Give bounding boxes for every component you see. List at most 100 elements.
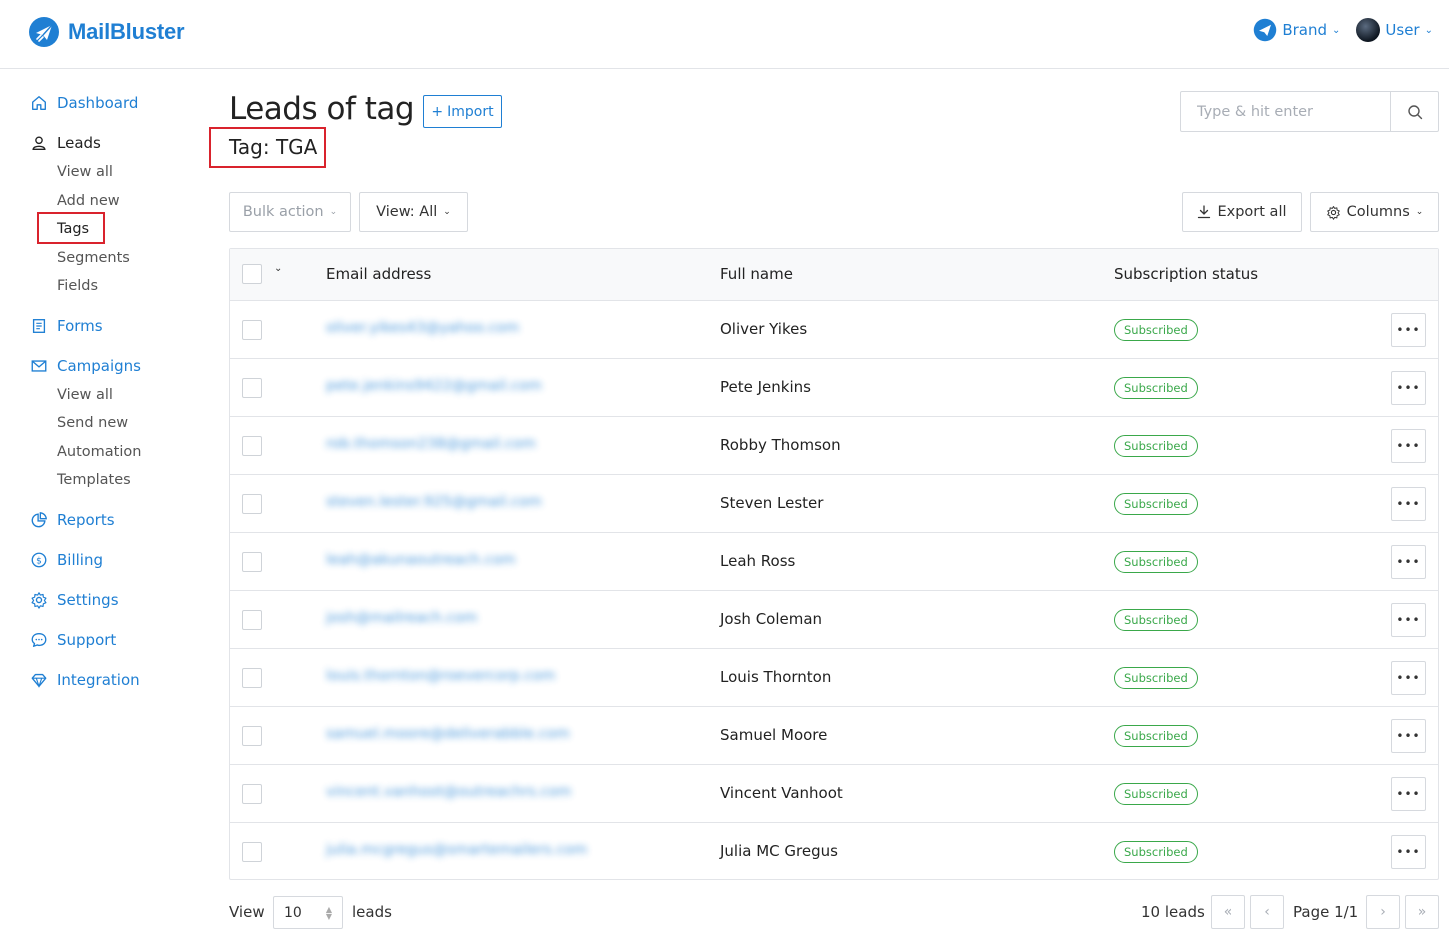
sidebar-item-integration[interactable]: Integration — [30, 671, 140, 689]
row-actions-button[interactable]: ••• — [1391, 429, 1426, 463]
table-row: louis.thornton@roevercorp.com Louis Thorn… — [230, 649, 1438, 707]
page-title: Leads of tag — [229, 91, 415, 127]
sidebar-item-dashboard[interactable]: Dashboard — [30, 94, 138, 112]
view-filter-label: View: All — [376, 204, 438, 220]
sidebar-subitem-automation[interactable]: Automation — [57, 444, 141, 460]
table-row: oliver.yikes43@yahoo.com Oliver Yikes Subs… — [230, 301, 1438, 359]
email-link[interactable]: steven.lester.925@gmail.com — [326, 494, 542, 510]
import-button[interactable]: + Import — [423, 95, 502, 128]
double-chevron-left-icon: « — [1223, 904, 1233, 920]
double-chevron-right-icon: » — [1417, 904, 1427, 920]
sidebar-item-leads[interactable]: Leads — [30, 134, 101, 152]
previous-page-button[interactable]: ‹ — [1250, 895, 1284, 929]
sidebar-subitem-view-all-leads[interactable]: View all — [57, 164, 113, 180]
columns-dropdown[interactable]: Columns ⌄ — [1310, 192, 1439, 232]
select-options-chevron-icon[interactable]: ⌄ — [274, 263, 282, 274]
search-button[interactable] — [1390, 92, 1438, 131]
select-all-checkbox[interactable] — [242, 264, 262, 284]
view-filter-dropdown[interactable]: View: All ⌄ — [359, 192, 468, 232]
top-bar: MailBluster Brand ⌄ User ⌄ — [0, 0, 1449, 69]
table-row: steven.lester.925@gmail.com Steven Lester… — [230, 475, 1438, 533]
email-link[interactable]: vincent.vanhoot@outreachrs.com — [326, 784, 571, 800]
user-menu[interactable]: User ⌄ — [1356, 18, 1433, 42]
logo[interactable]: MailBluster — [28, 16, 185, 48]
full-name: Louis Thornton — [720, 668, 832, 686]
sidebar-subitem-fields[interactable]: Fields — [57, 278, 98, 294]
row-checkbox[interactable] — [242, 668, 262, 688]
row-actions-button[interactable]: ••• — [1391, 603, 1426, 637]
row-actions-button[interactable]: ••• — [1391, 487, 1426, 521]
pie-chart-icon — [31, 512, 47, 528]
row-checkbox[interactable] — [242, 378, 262, 398]
plus-icon: + — [431, 103, 444, 120]
row-actions-button[interactable]: ••• — [1391, 835, 1426, 869]
email-link[interactable]: leah@akunaoutreach.com — [326, 552, 516, 568]
per-page-stepper[interactable]: 10 ▲ ▼ — [273, 896, 343, 929]
row-checkbox[interactable] — [242, 436, 262, 456]
import-label: Import — [447, 103, 494, 120]
chevron-down-icon: ⌄ — [1332, 24, 1341, 36]
more-dots-icon: ••• — [1396, 845, 1421, 859]
row-checkbox[interactable] — [242, 784, 262, 804]
email-link[interactable]: rob.thomson238@gmail.com — [326, 436, 536, 452]
sidebar-item-support[interactable]: Support — [30, 631, 116, 649]
row-actions-button[interactable]: ••• — [1391, 545, 1426, 579]
row-actions-button[interactable]: ••• — [1391, 719, 1426, 753]
brand-menu[interactable]: Brand ⌄ — [1253, 18, 1340, 42]
email-link[interactable]: pete.jenkins9422@gmail.com — [326, 378, 542, 394]
column-header-name: Full name — [720, 265, 793, 283]
sidebar-subitem-view-all-campaigns[interactable]: View all — [57, 387, 113, 403]
row-checkbox[interactable] — [242, 842, 262, 862]
sidebar-item-campaigns[interactable]: Campaigns — [30, 357, 141, 375]
sidebar-item-settings[interactable]: Settings — [30, 591, 119, 609]
status-badge: Subscribed — [1114, 319, 1198, 341]
email-link[interactable]: louis.thornton@roevercorp.com — [326, 668, 555, 684]
row-checkbox[interactable] — [242, 726, 262, 746]
first-page-button[interactable]: « — [1211, 895, 1245, 929]
status-badge: Subscribed — [1114, 667, 1198, 689]
email-link[interactable]: julia.mcgregus@smartemailers.com — [326, 842, 587, 858]
column-header-status: Subscription status — [1114, 265, 1259, 283]
full-name: Robby Thomson — [720, 436, 841, 454]
more-dots-icon: ••• — [1396, 381, 1421, 395]
sidebar-item-reports[interactable]: Reports — [30, 511, 115, 529]
chevron-down-icon: ⌄ — [329, 207, 338, 217]
highlight-box-tags — [37, 212, 105, 244]
search-input[interactable] — [1181, 92, 1390, 131]
up-down-arrows-icon: ▲ ▼ — [325, 904, 332, 921]
export-all-button[interactable]: Export all — [1182, 192, 1302, 232]
bulk-action-dropdown[interactable]: Bulk action ⌄ — [229, 192, 351, 232]
envelope-icon — [31, 360, 47, 372]
chevron-down-icon: ⌄ — [443, 207, 451, 217]
row-actions-button[interactable]: ••• — [1391, 313, 1426, 347]
search-icon — [1407, 104, 1422, 119]
status-badge: Subscribed — [1114, 609, 1198, 631]
sidebar-subitem-segments[interactable]: Segments — [57, 250, 130, 266]
per-page-value: 10 — [284, 904, 302, 921]
email-link[interactable]: oliver.yikes43@yahoo.com — [326, 320, 519, 336]
highlight-box-tag — [209, 127, 326, 168]
status-badge: Subscribed — [1114, 493, 1198, 515]
row-actions-button[interactable]: ••• — [1391, 777, 1426, 811]
sidebar-subitem-send-new[interactable]: Send new — [57, 415, 128, 431]
row-actions-button[interactable]: ••• — [1391, 661, 1426, 695]
email-link[interactable]: josh@mailreach.com — [326, 610, 477, 626]
full-name: Oliver Yikes — [720, 320, 808, 338]
sidebar-item-label: Campaigns — [57, 357, 142, 375]
avatar — [1356, 18, 1381, 42]
row-checkbox[interactable] — [242, 610, 262, 630]
sidebar-item-forms[interactable]: Forms — [30, 317, 103, 335]
row-checkbox[interactable] — [242, 494, 262, 514]
sidebar-item-billing[interactable]: $ Billing — [30, 551, 103, 569]
next-page-button[interactable]: › — [1366, 895, 1400, 929]
last-page-button[interactable]: » — [1405, 895, 1439, 929]
row-actions-button[interactable]: ••• — [1391, 371, 1426, 405]
row-checkbox[interactable] — [242, 552, 262, 572]
sidebar-subitem-add-new[interactable]: Add new — [57, 193, 120, 209]
row-checkbox[interactable] — [242, 320, 262, 340]
sidebar-subitem-templates[interactable]: Templates — [57, 472, 131, 488]
full-name: Leah Ross — [720, 552, 796, 570]
email-link[interactable]: samuel.moore@deliverabble.com — [326, 726, 570, 742]
gear-icon — [1326, 205, 1340, 220]
full-name: Samuel Moore — [720, 726, 828, 744]
